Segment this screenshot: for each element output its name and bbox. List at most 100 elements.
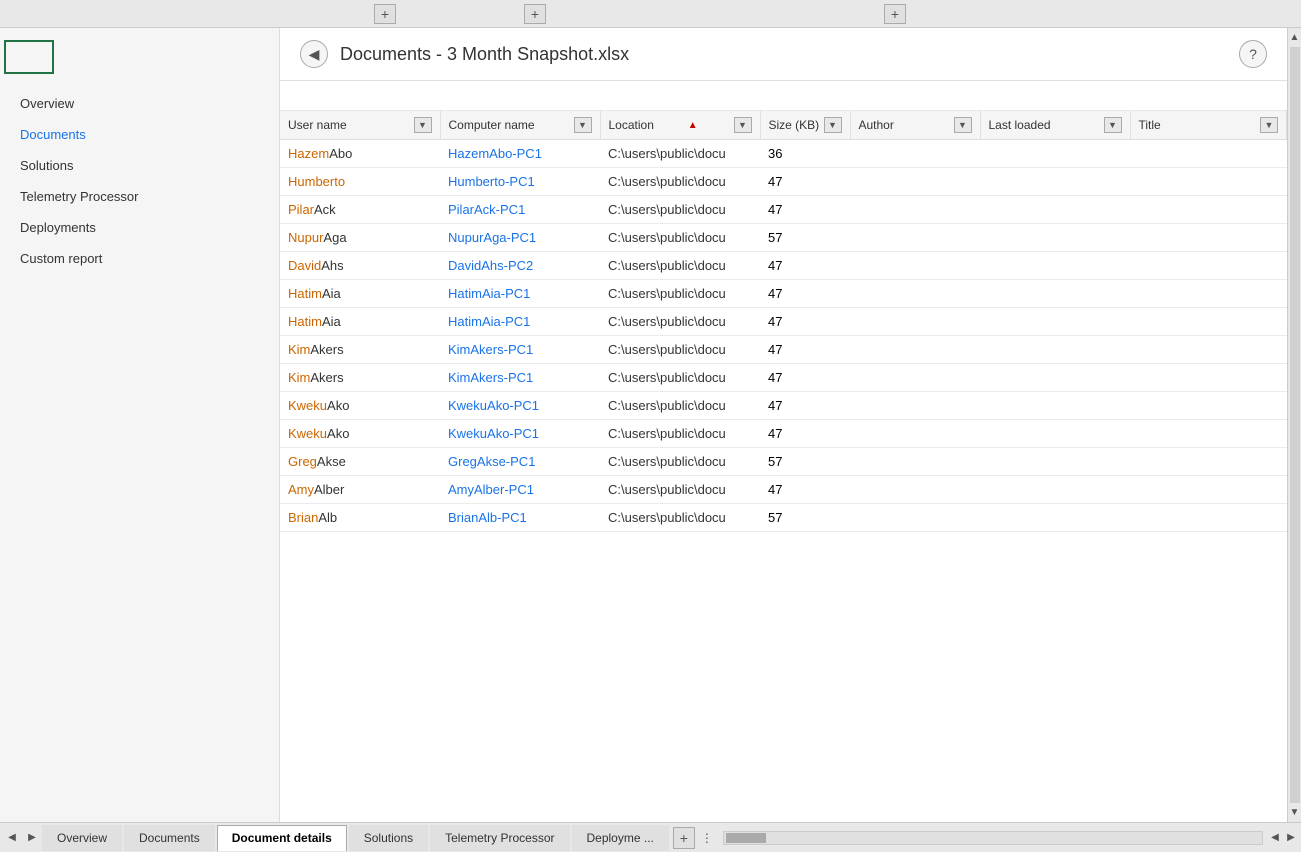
scroll-left[interactable]: ◀	[1267, 830, 1283, 846]
cell-title	[1130, 448, 1287, 476]
filter-location[interactable]: ▼	[734, 117, 752, 133]
table-row[interactable]: HumbertoHumberto-PC1C:\users\public\docu…	[280, 168, 1287, 196]
cell-size: 47	[760, 392, 850, 420]
cell-username: PilarAck	[280, 196, 440, 224]
add-tab-button[interactable]: +	[673, 827, 695, 849]
cell-author	[850, 364, 980, 392]
cell-computer: KimAkers-PC1	[440, 364, 600, 392]
filter-lastloaded[interactable]: ▼	[1104, 117, 1122, 133]
data-table: User name ▼ Computer name ▼	[280, 111, 1287, 532]
cell-title	[1130, 140, 1287, 168]
table-row[interactable]: DavidAhsDavidAhs-PC2C:\users\public\docu…	[280, 252, 1287, 280]
vertical-scrollbar[interactable]: ▲ ▼	[1287, 28, 1301, 822]
cell-size: 47	[760, 168, 850, 196]
bottom-tab-documents[interactable]: Documents	[124, 825, 215, 851]
cell-computer: BrianAlb-PC1	[440, 504, 600, 532]
cell-author	[850, 420, 980, 448]
table-header-row: User name ▼ Computer name ▼	[280, 111, 1287, 140]
cell-title	[1130, 308, 1287, 336]
table-row[interactable]: AmyAlberAmyAlber-PC1C:\users\public\docu…	[280, 476, 1287, 504]
horizontal-scrollbar[interactable]	[723, 831, 1263, 845]
filter-title[interactable]: ▼	[1260, 117, 1278, 133]
cell-lastloaded	[980, 308, 1130, 336]
sidebar-item-solutions[interactable]: Solutions	[0, 150, 279, 181]
cell-title	[1130, 420, 1287, 448]
bottom-tab-overview[interactable]: Overview	[42, 825, 122, 851]
cell-size: 47	[760, 476, 850, 504]
table-row[interactable]: KimAkersKimAkers-PC1C:\users\public\docu…	[280, 336, 1287, 364]
sidebar-item-telemetry[interactable]: Telemetry Processor	[0, 181, 279, 212]
help-button[interactable]: ?	[1239, 40, 1267, 68]
cell-username: GregAkse	[280, 448, 440, 476]
sidebar-item-custom-report[interactable]: Custom report	[0, 243, 279, 274]
filter-username[interactable]: ▼	[414, 117, 432, 133]
back-button[interactable]: ◀	[300, 40, 328, 68]
filter-author[interactable]: ▼	[954, 117, 972, 133]
cell-username: DavidAhs	[280, 252, 440, 280]
filter-computer[interactable]: ▼	[574, 117, 592, 133]
content-header: ◀ Documents - 3 Month Snapshot.xlsx ?	[280, 28, 1287, 81]
table-row[interactable]: KwekuAkoKwekuAko-PC1C:\users\public\docu…	[280, 420, 1287, 448]
data-table-container[interactable]: User name ▼ Computer name ▼	[280, 111, 1287, 822]
scroll-up[interactable]: ▲	[1288, 30, 1301, 45]
sidebar-item-overview[interactable]: Overview	[0, 88, 279, 119]
cell-username: AmyAlber	[280, 476, 440, 504]
cell-title	[1130, 224, 1287, 252]
cell-location: C:\users\public\docu	[600, 448, 760, 476]
scroll-track[interactable]	[1290, 47, 1300, 803]
cell-size: 57	[760, 448, 850, 476]
cell-size: 47	[760, 280, 850, 308]
more-tabs-button[interactable]: ⋮	[695, 831, 719, 845]
cell-username: BrianAlb	[280, 504, 440, 532]
cell-size: 57	[760, 504, 850, 532]
cell-author	[850, 140, 980, 168]
cell-author	[850, 280, 980, 308]
cell-lastloaded	[980, 448, 1130, 476]
table-row[interactable]: HatimAiaHatimAia-PC1C:\users\public\docu…	[280, 280, 1287, 308]
top-tab-add-3[interactable]: +	[884, 4, 906, 24]
cell-computer: HatimAia-PC1	[440, 308, 600, 336]
tab-prev-button[interactable]: ◀	[2, 826, 22, 850]
sidebar-item-documents[interactable]: Documents	[0, 119, 279, 150]
cell-lastloaded	[980, 364, 1130, 392]
cell-location: C:\users\public\docu	[600, 392, 760, 420]
scroll-right[interactable]: ▶	[1283, 830, 1299, 846]
cell-size: 47	[760, 420, 850, 448]
bottom-tab-telemetry[interactable]: Telemetry Processor	[430, 825, 569, 851]
tab-next-button[interactable]: ▶	[22, 826, 42, 850]
cell-username: KwekuAko	[280, 392, 440, 420]
cell-location: C:\users\public\docu	[600, 336, 760, 364]
col-header-lastloaded: Last loaded ▼	[980, 111, 1130, 140]
top-tab-add-1[interactable]: +	[374, 4, 396, 24]
bottom-tab-document-details[interactable]: Document details	[217, 825, 347, 851]
table-row[interactable]: NupurAgaNupurAga-PC1C:\users\public\docu…	[280, 224, 1287, 252]
table-row[interactable]: BrianAlbBrianAlb-PC1C:\users\public\docu…	[280, 504, 1287, 532]
table-row[interactable]: PilarAckPilarAck-PC1C:\users\public\docu…	[280, 196, 1287, 224]
table-row[interactable]: HazemAboHazemAbo-PC1C:\users\public\docu…	[280, 140, 1287, 168]
cell-location: C:\users\public\docu	[600, 140, 760, 168]
cell-username: HatimAia	[280, 308, 440, 336]
sidebar-item-deployments[interactable]: Deployments	[0, 212, 279, 243]
scroll-down[interactable]: ▼	[1288, 805, 1301, 820]
cell-size: 47	[760, 364, 850, 392]
table-row[interactable]: KwekuAkoKwekuAko-PC1C:\users\public\docu…	[280, 392, 1287, 420]
cell-location: C:\users\public\docu	[600, 168, 760, 196]
top-tab-add-2[interactable]: +	[524, 4, 546, 24]
cell-title	[1130, 168, 1287, 196]
bottom-tab-deployments[interactable]: Deployme ...	[572, 825, 669, 851]
cell-username: Humberto	[280, 168, 440, 196]
bottom-tab-bar: ◀ ▶ Overview Documents Document details …	[0, 822, 1301, 852]
cell-computer: PilarAck-PC1	[440, 196, 600, 224]
top-tab-bar: + + +	[0, 0, 1301, 28]
table-row[interactable]: HatimAiaHatimAia-PC1C:\users\public\docu…	[280, 308, 1287, 336]
table-row[interactable]: GregAkseGregAkse-PC1C:\users\public\docu…	[280, 448, 1287, 476]
scrollbar-thumb	[726, 833, 766, 843]
bottom-tab-solutions[interactable]: Solutions	[349, 825, 428, 851]
cell-computer: AmyAlber-PC1	[440, 476, 600, 504]
cell-computer: HazemAbo-PC1	[440, 140, 600, 168]
table-row[interactable]: KimAkersKimAkers-PC1C:\users\public\docu…	[280, 364, 1287, 392]
cell-location: C:\users\public\docu	[600, 504, 760, 532]
cell-computer: Humberto-PC1	[440, 168, 600, 196]
filter-size[interactable]: ▼	[824, 117, 842, 133]
cell-location: C:\users\public\docu	[600, 252, 760, 280]
